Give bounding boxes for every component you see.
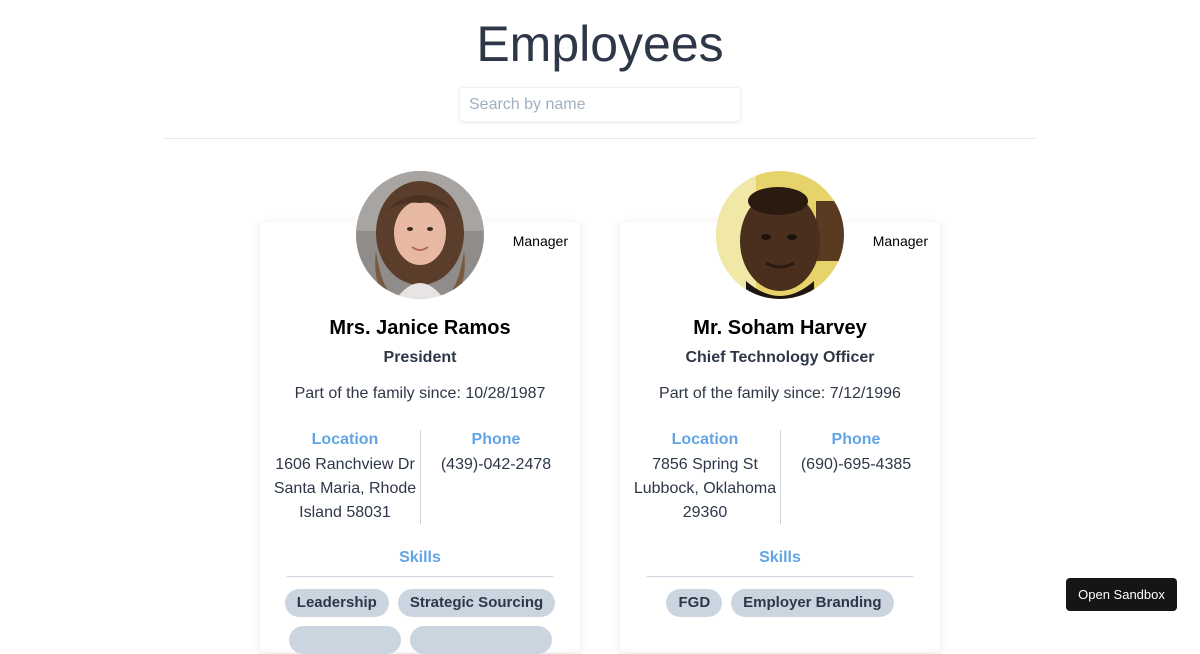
skill-pill [288,626,401,654]
location-line: 7856 Spring St [652,456,758,473]
location-line: Lubbock, Oklahoma [633,480,777,497]
employee-card: Manager Mr. Soham Harvey Chief Technolog… [620,171,940,652]
phone-label: Phone [471,431,521,448]
contact-info: Location 1606 Ranchview Dr Santa Maria, … [270,430,570,524]
location-section: Location 7856 Spring St Lubbock, Oklahom… [630,430,781,524]
location-value: 1606 Ranchview Dr Santa Maria, Rhode Isl… [270,453,420,525]
phone-value: (690)-695-4385 [800,456,912,473]
location-line: 1606 Ranchview Dr [275,456,415,473]
search-input[interactable] [459,87,741,122]
role-badge: Manager [512,233,568,249]
skills-label: Skills [759,549,801,566]
location-line: Island 58031 [299,504,391,521]
location-label: Location [311,431,379,448]
location-label: Location [671,431,739,448]
skills-list: Leadership Strategic Sourcing [280,589,560,654]
location-section: Location 1606 Ranchview Dr Santa Maria, … [270,430,421,524]
skills-divider [287,576,553,577]
skill-pill: Strategic Sourcing [397,589,556,617]
phone-section: Phone (690)-695-4385 [781,430,931,477]
open-sandbox-button[interactable]: Open Sandbox [1066,578,1177,611]
phone-value: (439)-042-2478 [440,456,552,473]
phone-label: Phone [831,431,881,448]
skills-label: Skills [399,549,441,566]
page-title: Employees [476,16,724,72]
location-value: 7856 Spring St Lubbock, Oklahoma 29360 [630,453,780,525]
employee-since: Part of the family since: 10/28/1987 [294,385,546,402]
employee-name: Mr. Soham Harvey [693,317,867,339]
employee-name: Mrs. Janice Ramos [329,317,511,339]
employee-card: Manager Mrs. Janice Ramos President Part… [260,171,580,654]
avatar [356,171,484,299]
skill-pill: Leadership [284,589,389,617]
location-line: Santa Maria, Rhode [273,480,417,497]
skill-pill [409,626,552,654]
role-badge: Manager [872,233,928,249]
skills-divider [647,576,913,577]
employee-job-title: President [383,349,457,366]
contact-info: Location 7856 Spring St Lubbock, Oklahom… [630,430,930,524]
skills-list: FGD Employer Branding [640,589,920,617]
employee-since: Part of the family since: 7/12/1996 [659,385,901,402]
skill-pill: Employer Branding [731,589,894,617]
skill-pill: FGD [666,589,723,617]
employee-job-title: Chief Technology Officer [685,349,875,366]
header-divider [163,138,1036,139]
location-line: 29360 [682,504,728,521]
phone-section: Phone (439)-042-2478 [421,430,571,477]
avatar [716,171,844,299]
